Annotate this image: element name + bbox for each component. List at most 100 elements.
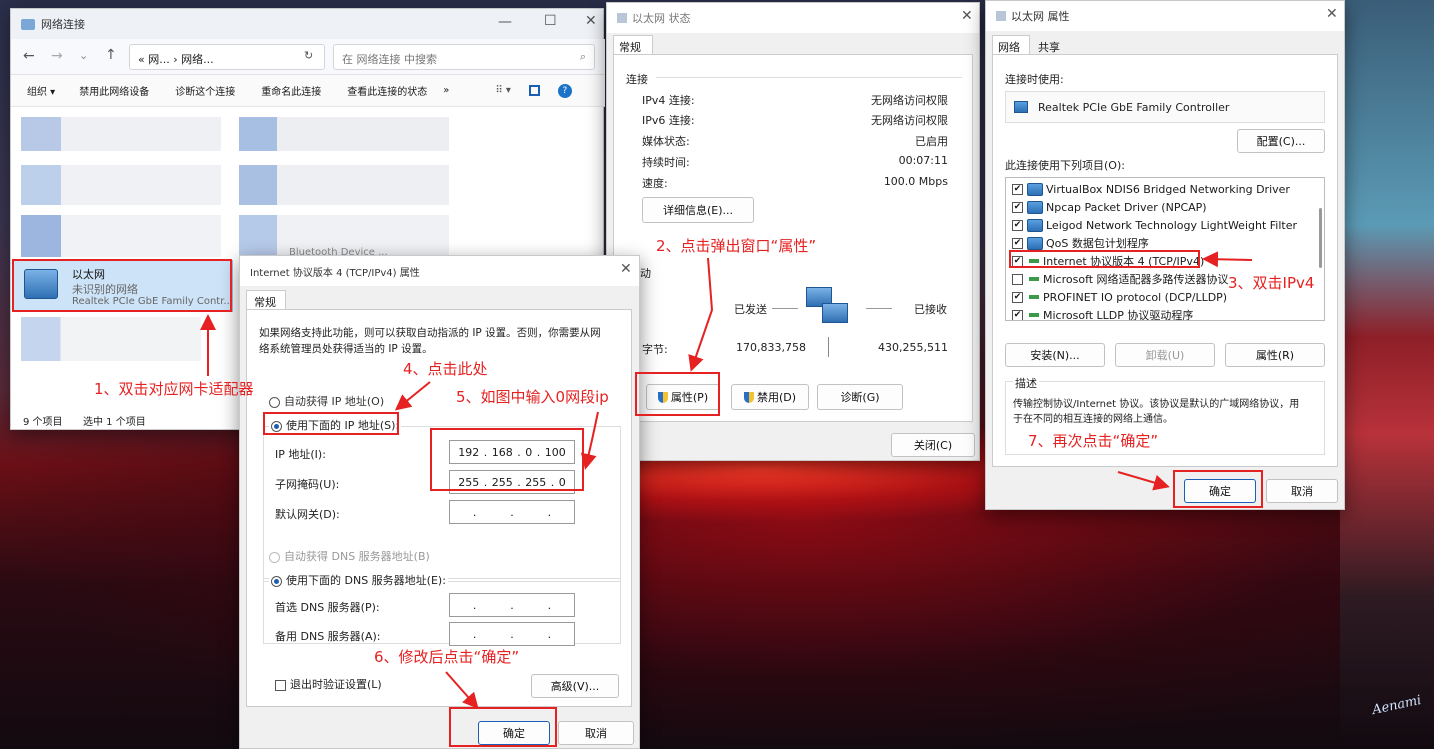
up-icon[interactable]: ↑ (105, 47, 117, 63)
forward-icon[interactable]: → (51, 48, 63, 64)
cancel-button[interactable]: 取消 (558, 721, 634, 745)
radio-icon[interactable] (269, 396, 280, 408)
network-component-icon (1027, 236, 1043, 250)
advanced-button[interactable]: 高级(V)... (531, 674, 619, 698)
protocol-icon (1029, 277, 1039, 281)
description-title: 描述 (1013, 375, 1039, 391)
ipv4-tab[interactable]: 常规 (246, 290, 286, 310)
protocol-icon (1029, 313, 1039, 317)
validate-checkbox[interactable]: 退出时验证设置(L) (275, 676, 382, 692)
radio-icon[interactable] (271, 575, 282, 587)
checkbox-icon[interactable] (275, 679, 286, 691)
network-component-icon (1027, 218, 1043, 232)
address-path: « 网... › 网络... (138, 53, 214, 66)
items-list[interactable]: ✔ VirtualBox NDIS6 Bridged Networking Dri… (1005, 177, 1325, 321)
radio-icon[interactable] (269, 551, 280, 563)
help-icon[interactable]: ? (557, 83, 572, 98)
close-icon[interactable]: ✕ (961, 8, 973, 24)
ip-label: IP 地址(I): (275, 448, 326, 461)
ipv4-tab-label: 常规 (254, 296, 276, 309)
cmd-rename[interactable]: 重命名此连接 (261, 83, 321, 98)
connect-using-label: 连接时使用: (1005, 73, 1064, 86)
alt-dns-field[interactable]: ... (449, 622, 575, 646)
preview-pane-icon[interactable] (528, 85, 540, 96)
close-icon[interactable]: ✕ (1326, 6, 1338, 22)
list-item[interactable]: ✔ Npcap Packet Driver (NPCAP) (1012, 198, 1324, 216)
network-icon (996, 11, 1006, 21)
details-button[interactable]: 详细信息(E)... (642, 197, 754, 223)
uninstall-button[interactable]: 卸载(U) (1115, 343, 1215, 367)
highlight-properties (635, 372, 720, 416)
gateway-field[interactable]: ... (449, 500, 575, 524)
search-box[interactable]: 在 网络连接 中搜索 ⌕ (333, 44, 595, 70)
item-properties-button[interactable]: 属性(R) (1225, 343, 1325, 367)
diagnose-button[interactable]: 诊断(G) (817, 384, 903, 410)
minimize-icon[interactable]: — (498, 14, 512, 30)
annotation-step7: 7、再次点击“确定” (1028, 432, 1159, 450)
search-icon: ⌕ (579, 50, 586, 63)
refresh-icon[interactable]: ↻ (304, 49, 313, 62)
recent-chevron-icon[interactable]: ⌄ (79, 49, 88, 62)
item-label: Leigod Network Technology LightWeight Fi… (1046, 218, 1298, 232)
annotation-step5: 5、如图中输入0网段ip (456, 388, 609, 406)
manual-dns-label: 使用下面的 DNS 服务器地址(E): (286, 574, 446, 587)
row-label: 媒体状态: (642, 135, 690, 148)
cmd-disable[interactable]: 禁用此网络设备 (79, 83, 149, 98)
cmd-more[interactable]: » (443, 85, 449, 96)
cmd-organize[interactable]: 组织 ▾ (27, 83, 55, 98)
back-icon[interactable]: ← (23, 48, 35, 64)
row-label: 持续时间: (642, 156, 690, 169)
activity-line-right (866, 308, 892, 309)
pref-dns-field[interactable]: ... (449, 593, 575, 617)
checkbox-icon[interactable]: ✔ (1012, 237, 1023, 249)
tab-sharing[interactable]: 共享 (1032, 37, 1070, 55)
list-item[interactable]: ✔ VirtualBox NDIS6 Bridged Networking Dri… (1012, 180, 1324, 198)
bytes-sent: 170,833,758 (736, 341, 806, 354)
section-divider (656, 77, 962, 78)
checkbox-icon[interactable] (1012, 273, 1023, 285)
close-button[interactable]: 关闭(C) (891, 433, 975, 457)
auto-ip-radio[interactable]: 自动获得 IP 地址(O) (269, 393, 384, 409)
close-icon[interactable]: ✕ (620, 261, 632, 277)
checkbox-icon[interactable]: ✔ (1012, 183, 1023, 195)
tab-network[interactable]: 网络 (992, 35, 1030, 55)
network-folder-icon (21, 18, 35, 30)
properties-title: 以太网 属性 (1011, 10, 1070, 23)
disable-button[interactable]: 禁用(D) (731, 384, 809, 410)
item-count: 9 个项目 (23, 417, 63, 428)
search-placeholder: 在 网络连接 中搜索 (342, 53, 437, 66)
blurred-item (21, 117, 221, 151)
cmd-diagnose[interactable]: 诊断这个连接 (175, 83, 235, 98)
auto-dns-radio[interactable]: 自动获得 DNS 服务器地址(B) (269, 548, 430, 564)
checkbox-icon[interactable]: ✔ (1012, 291, 1023, 303)
row-label: 速度: (642, 177, 668, 190)
status-tab[interactable]: 常规 (613, 35, 653, 55)
configure-button[interactable]: 配置(C)... (1237, 129, 1325, 153)
item-label: QoS 数据包计划程序 (1046, 237, 1149, 250)
address-bar[interactable]: « 网... › 网络... (129, 44, 325, 70)
checkbox-icon[interactable]: ✔ (1012, 219, 1023, 231)
list-item[interactable]: ✔ Leigod Network Technology LightWeight F… (1012, 216, 1324, 234)
sent-label: 已发送 (734, 303, 767, 316)
disable-label: 禁用(D) (756, 391, 797, 404)
protocol-icon (1029, 295, 1039, 299)
highlight-adapter (12, 259, 232, 312)
wallpaper-streak (1340, 0, 1434, 749)
annotation-step6: 6、修改后点击“确定” (374, 648, 520, 666)
validate-label: 退出时验证设置(L) (290, 678, 382, 691)
checkbox-icon[interactable]: ✔ (1012, 309, 1023, 320)
network-component-icon (1027, 200, 1043, 214)
checkbox-icon[interactable]: ✔ (1012, 201, 1023, 213)
close-icon[interactable]: ✕ (585, 13, 597, 29)
gateway-label: 默认网关(D): (275, 508, 340, 521)
maximize-icon[interactable]: ☐ (544, 13, 557, 29)
install-button[interactable]: 安装(N)... (1005, 343, 1105, 367)
cancel-button[interactable]: 取消 (1266, 479, 1338, 503)
list-item[interactable]: ✔ Microsoft LLDP 协议驱动程序 (1012, 306, 1324, 320)
item-label: PROFINET IO protocol (DCP/LLDP) (1043, 290, 1228, 304)
view-options-icon[interactable]: ⠿ ▾ (495, 85, 511, 96)
manual-dns-radio[interactable]: 使用下面的 DNS 服务器地址(E): (269, 572, 448, 588)
list-scrollbar[interactable] (1319, 208, 1322, 268)
network-icon (617, 13, 627, 23)
cmd-view-status[interactable]: 查看此连接的状态 (347, 83, 427, 98)
